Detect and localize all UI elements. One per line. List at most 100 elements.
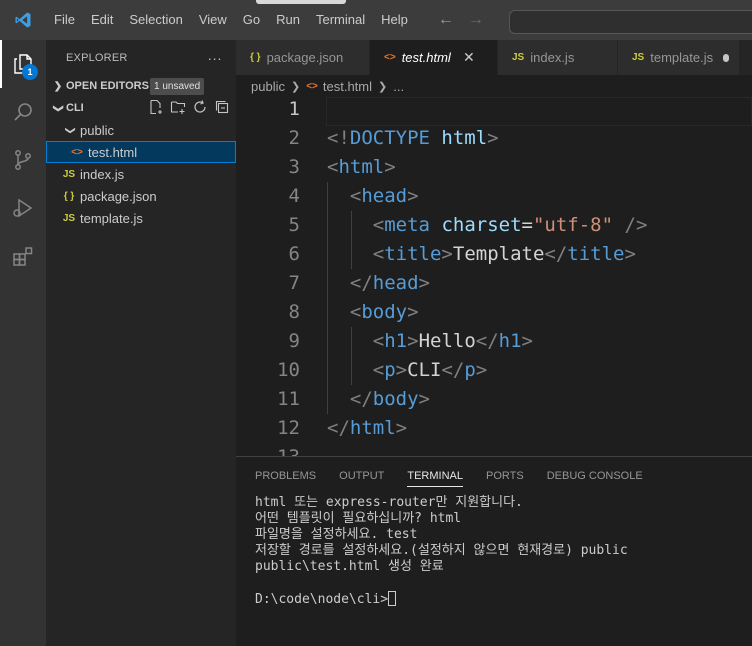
code-text: <p>CLI</p> bbox=[372, 359, 488, 381]
menu-run[interactable]: Run bbox=[268, 0, 308, 40]
project-section[interactable]: ❯ CLI bbox=[46, 97, 236, 119]
code-text: </body> bbox=[349, 388, 430, 410]
tab-label: template.js bbox=[650, 50, 714, 65]
tab-index-js[interactable]: JS index.js bbox=[498, 40, 618, 75]
refresh-icon[interactable] bbox=[192, 99, 208, 115]
code-line[interactable]: 11 </body> bbox=[236, 385, 752, 414]
tab-label: package.json bbox=[266, 50, 344, 65]
js-file-icon: JS bbox=[632, 52, 645, 63]
file-label: index.js bbox=[80, 166, 125, 182]
line-number: 11 bbox=[277, 388, 300, 410]
code-text: <head> bbox=[349, 185, 419, 207]
panel-tabs: PROBLEMS OUTPUT TERMINAL PORTS DEBUG CON… bbox=[236, 457, 752, 495]
source-control-icon[interactable] bbox=[0, 136, 46, 184]
menu-view[interactable]: View bbox=[191, 0, 235, 40]
code-line[interactable]: 10 <p>CLI</p> bbox=[236, 356, 752, 385]
open-editors-label: OPEN EDITORS bbox=[66, 80, 149, 92]
terminal[interactable]: html 또는 express-router만 지원합니다. 어떤 템플릿이 필… bbox=[236, 495, 752, 607]
line-number: 2 bbox=[288, 127, 300, 149]
code-line[interactable]: 7 </head> bbox=[236, 269, 752, 298]
unsaved-dot-icon[interactable] bbox=[723, 53, 729, 62]
vscode-logo-icon bbox=[0, 0, 46, 40]
line-number: 7 bbox=[288, 272, 300, 294]
tree-folder-public[interactable]: ❯ public bbox=[46, 119, 236, 141]
html-file-icon: <> bbox=[384, 52, 396, 63]
unsaved-tooltip: 1 unsaved bbox=[150, 78, 205, 95]
extensions-icon[interactable] bbox=[0, 232, 46, 280]
code-text: <title>Template</title> bbox=[372, 243, 636, 265]
tree-file-index-js[interactable]: JS index.js bbox=[46, 163, 236, 185]
editor-tabs: { } package.json <> test.html ✕ JS index… bbox=[236, 40, 752, 75]
open-editors-section[interactable]: ❯ OPEN EDITORS 1 unsaved bbox=[46, 75, 236, 97]
command-center-search[interactable] bbox=[509, 10, 752, 34]
breadcrumb-file[interactable]: test.html bbox=[323, 79, 372, 94]
tab-debug-console[interactable]: DEBUG CONSOLE bbox=[547, 457, 643, 495]
menu-help[interactable]: Help bbox=[373, 0, 416, 40]
code-line[interactable]: 6 <title>Template</title> bbox=[236, 240, 752, 269]
explorer-badge: 1 bbox=[22, 64, 38, 80]
menu-go[interactable]: Go bbox=[235, 0, 268, 40]
menu-selection[interactable]: Selection bbox=[121, 0, 190, 40]
breadcrumb-more[interactable]: ... bbox=[393, 79, 404, 94]
terminal-line: html 또는 express-router만 지원합니다. bbox=[255, 495, 523, 510]
file-label: package.json bbox=[80, 188, 157, 204]
line-number: 3 bbox=[288, 156, 300, 178]
menu-terminal[interactable]: Terminal bbox=[308, 0, 373, 40]
code-line[interactable]: 5 <meta charset="utf-8" /> bbox=[236, 211, 752, 240]
code-line[interactable]: 3 <html> bbox=[236, 153, 752, 182]
json-file-icon: { } bbox=[250, 52, 261, 63]
arrow-left-icon[interactable]: ← bbox=[438, 11, 454, 29]
code-line[interactable]: 12 </html> bbox=[236, 414, 752, 443]
terminal-prompt-line: D:\code\node\cli> bbox=[255, 591, 752, 607]
explorer-header: EXPLORER ··· bbox=[46, 40, 236, 75]
code-text: <!DOCTYPE html> bbox=[327, 127, 499, 149]
line-number: 12 bbox=[277, 417, 300, 439]
tab-template-js[interactable]: JS template.js bbox=[618, 40, 740, 75]
file-label: test.html bbox=[88, 144, 138, 160]
tree-file-test-html[interactable]: <> test.html bbox=[46, 141, 236, 163]
files-icon[interactable]: 1 bbox=[0, 40, 46, 88]
collapse-all-icon[interactable] bbox=[214, 99, 230, 115]
tree-file-template-js[interactable]: JS template.js bbox=[46, 207, 236, 229]
line-number: 10 bbox=[277, 359, 300, 381]
tab-problems[interactable]: PROBLEMS bbox=[255, 457, 316, 495]
tab-label: test.html bbox=[401, 50, 451, 65]
breadcrumb-folder[interactable]: public bbox=[251, 79, 285, 94]
menu-file[interactable]: File bbox=[46, 0, 83, 40]
bottom-panel: PROBLEMS OUTPUT TERMINAL PORTS DEBUG CON… bbox=[236, 456, 752, 646]
code-line[interactable]: 1 bbox=[236, 95, 752, 124]
arrow-right-icon[interactable]: → bbox=[468, 11, 484, 29]
code-line[interactable]: 8 <body> bbox=[236, 298, 752, 327]
code-line[interactable]: 9 <h1>Hello</h1> bbox=[236, 327, 752, 356]
js-file-icon: JS bbox=[512, 52, 525, 63]
terminal-cursor bbox=[388, 591, 397, 606]
js-file-icon: JS bbox=[62, 212, 76, 224]
terminal-line: 파일명을 설정하세요. test bbox=[255, 527, 418, 542]
code-line[interactable]: 2 <!DOCTYPE html> bbox=[236, 124, 752, 153]
line-number: 1 bbox=[288, 98, 300, 120]
chevron-down-icon: ❯ bbox=[64, 125, 76, 135]
code-editor[interactable]: 1 2 <!DOCTYPE html> 3 <html> 4 <head> 5 <meta … bbox=[236, 95, 752, 468]
tab-ports[interactable]: PORTS bbox=[486, 457, 524, 495]
navigation-arrows: ← → bbox=[438, 11, 484, 29]
search-icon[interactable] bbox=[0, 88, 46, 136]
code-line[interactable]: 4 <head> bbox=[236, 182, 752, 211]
window-fragment bbox=[256, 0, 346, 4]
folder-label: public bbox=[80, 122, 114, 138]
menu-edit[interactable]: Edit bbox=[83, 0, 121, 40]
more-actions-icon[interactable]: ··· bbox=[207, 50, 222, 66]
close-icon[interactable]: ✕ bbox=[461, 49, 477, 66]
tree-file-package-json[interactable]: { } package.json bbox=[46, 185, 236, 207]
tab-package-json[interactable]: { } package.json bbox=[236, 40, 370, 75]
line-number: 9 bbox=[288, 330, 300, 352]
new-file-icon[interactable] bbox=[148, 99, 164, 115]
code-text: <h1>Hello</h1> bbox=[372, 330, 533, 352]
run-debug-icon[interactable] bbox=[0, 184, 46, 232]
js-file-icon: JS bbox=[62, 168, 76, 180]
line-number: 5 bbox=[288, 214, 300, 236]
explorer-sidebar: EXPLORER ··· ❯ OPEN EDITORS 1 unsaved ❯ … bbox=[46, 40, 236, 646]
tab-terminal[interactable]: TERMINAL bbox=[407, 457, 463, 495]
tab-test-html[interactable]: <> test.html ✕ bbox=[370, 40, 498, 75]
new-folder-icon[interactable] bbox=[170, 99, 186, 115]
tab-output[interactable]: OUTPUT bbox=[339, 457, 384, 495]
